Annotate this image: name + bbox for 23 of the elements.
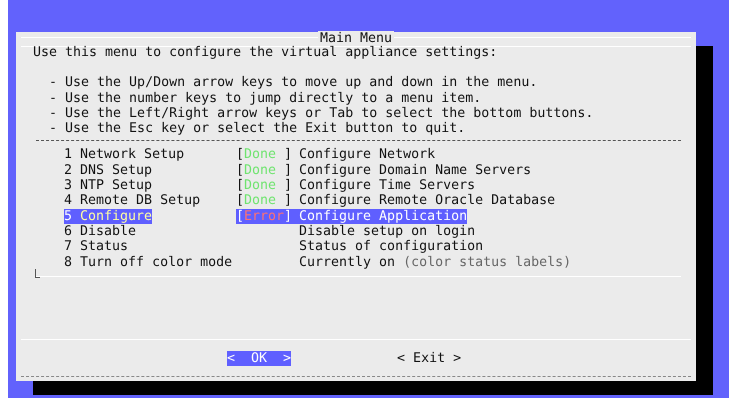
- menu-item-description: Currently on (color status labels): [298, 254, 572, 270]
- hint-text: - Use the Left/Right arrow keys or Tab to select the bottom buttons.: [49, 106, 594, 122]
- hint-text: - Use the Esc key or select the Exit button to quit.: [49, 121, 466, 136]
- menu-item[interactable]: 2 DNS Setup: [64, 162, 152, 178]
- menu-item-description: [Done ] Configure Domain Name Servers: [236, 162, 532, 178]
- hint-text: - Use the Up/Down arrow keys to move up and down in the menu.: [49, 75, 538, 91]
- menu-item[interactable]: 1 Network Setup: [64, 147, 184, 162]
- dialog-button[interactable]: < Exit >: [397, 350, 462, 366]
- menu-item[interactable]: 5 Configure: [64, 208, 152, 224]
- menu-item[interactable]: 8 Turn off color mode: [64, 254, 232, 270]
- intro-text: Use this menu to configure the virtual appliance settings:: [32, 45, 498, 60]
- menu-item-description: [Done ] Configure Time Servers: [236, 178, 476, 194]
- menu-item-description: [Done ] Configure Remote Oracle Database: [236, 193, 556, 209]
- dialog-button[interactable]: < OK >: [227, 350, 292, 366]
- menu-item-description: [Done ] Configure Network: [236, 147, 436, 163]
- menu-item[interactable]: 7 Status: [64, 239, 128, 254]
- hint-text: - Use the number keys to jump directly to a menu item.: [49, 90, 482, 106]
- menu-item-description: [Error] Configure Application: [236, 208, 468, 224]
- menu-item[interactable]: 6 Disable: [64, 224, 136, 239]
- menu-item[interactable]: 4 Remote DB Setup: [64, 193, 200, 208]
- menu-item-description: Disable setup on login: [298, 224, 476, 240]
- menu-item-description: Status of configuration: [298, 239, 484, 255]
- menu-item[interactable]: 3 NTP Setup: [64, 178, 152, 194]
